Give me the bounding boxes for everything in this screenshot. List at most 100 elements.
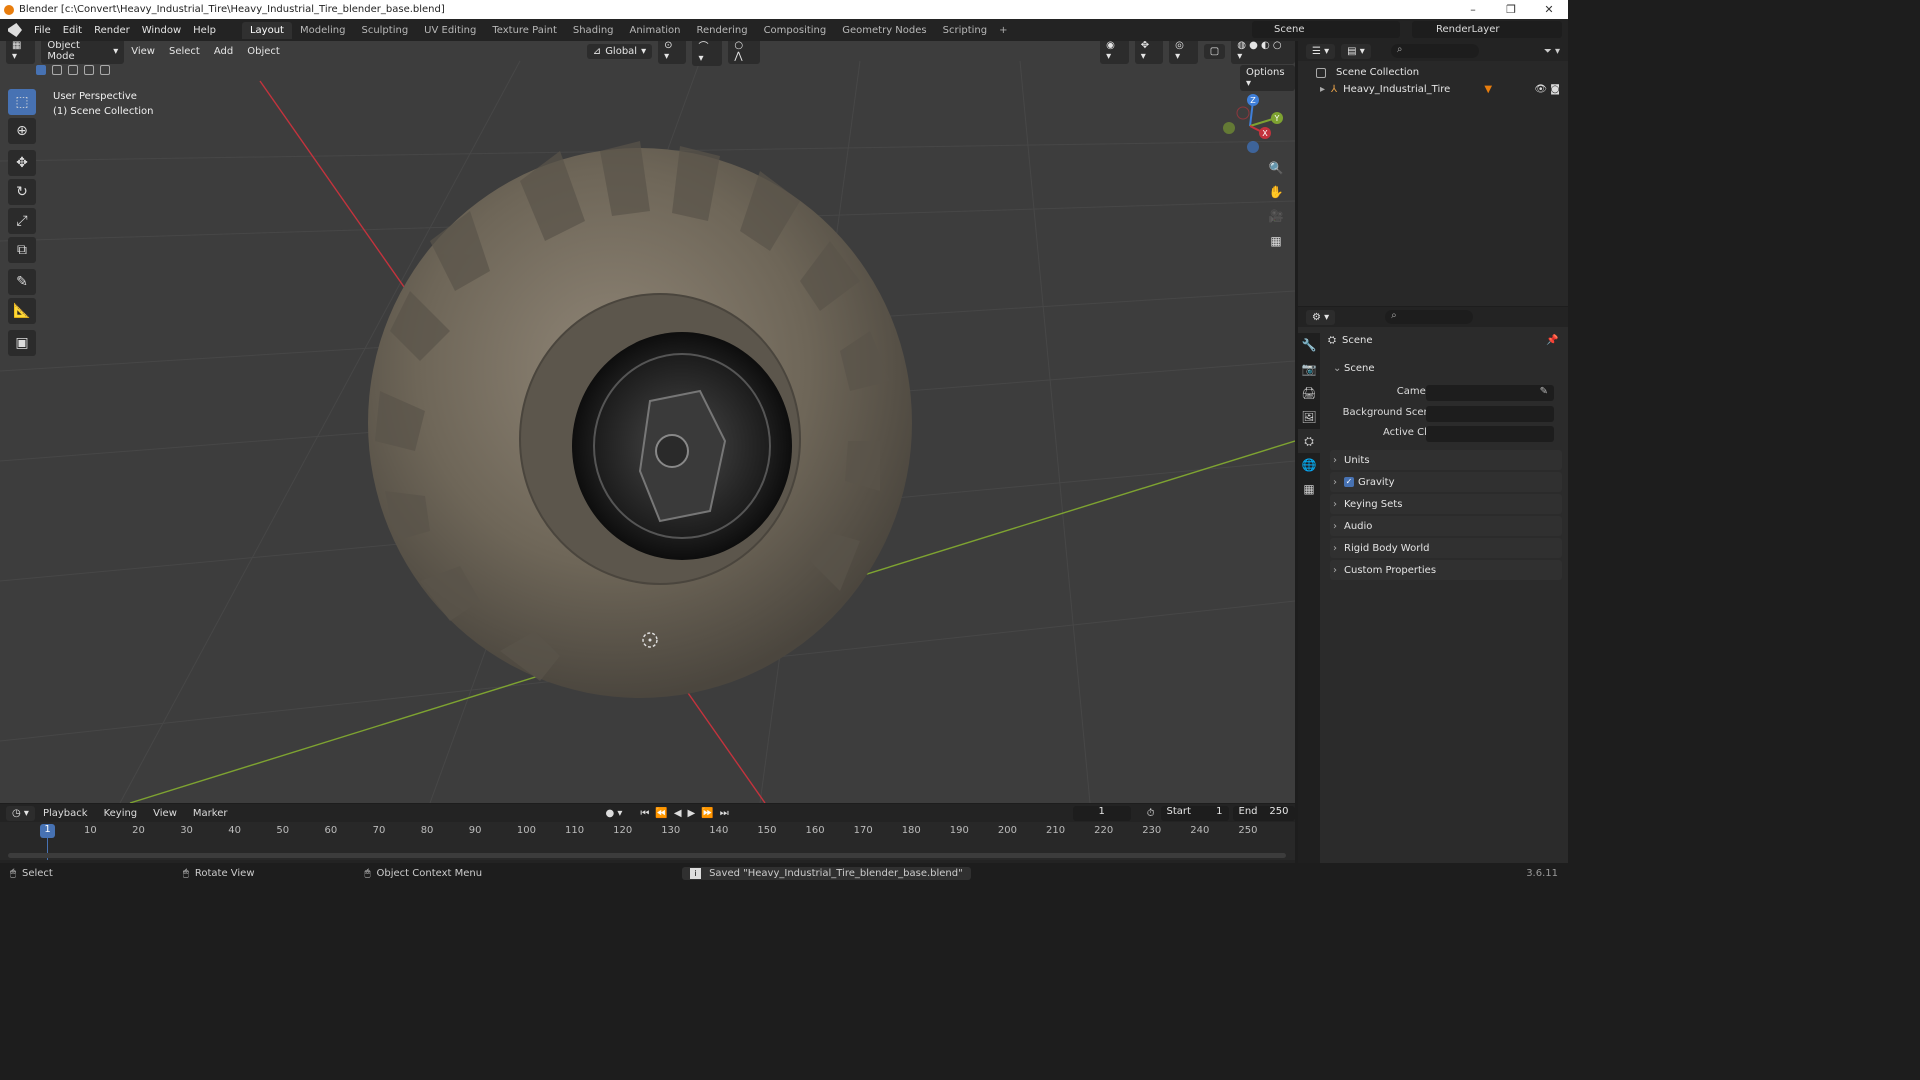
shading-modes[interactable]: ◍ ● ◐ ○ ▾: [1231, 41, 1295, 64]
viewport-menu-view[interactable]: View: [124, 46, 162, 57]
view-layer-tab-icon[interactable]: 🖼: [1298, 405, 1320, 429]
tab-scripting[interactable]: Scripting: [935, 22, 995, 39]
cursor-tool-icon[interactable]: ⊕: [8, 118, 36, 144]
menu-item-window[interactable]: Window: [136, 25, 187, 36]
outliner-editor-type[interactable]: ☰ ▾: [1306, 43, 1336, 59]
world-tab-icon[interactable]: 🌐: [1298, 453, 1320, 477]
tab-animation[interactable]: Animation: [622, 22, 689, 39]
units-panel[interactable]: › Units: [1330, 450, 1562, 470]
active-clip-field[interactable]: [1426, 426, 1554, 442]
menu-item-help[interactable]: Help: [187, 25, 222, 36]
viewport-menu-select[interactable]: Select: [162, 46, 207, 57]
timeline-menu-playback[interactable]: Playback: [35, 808, 96, 819]
add-cube-tool-icon[interactable]: ▣: [8, 330, 36, 356]
pan-view-icon[interactable]: ✋: [1265, 181, 1287, 203]
outliner-item[interactable]: ▸ ⅄ Heavy_Industrial_Tire ▼ 👁 ◙: [1298, 78, 1568, 95]
playback-controls[interactable]: ⏮⏪◀▶⏩⏭: [640, 808, 734, 819]
current-frame-field[interactable]: 1: [1072, 805, 1131, 821]
snap-toggle[interactable]: ⌒ ▾: [692, 41, 723, 66]
pivot-dropdown[interactable]: ⊙ ▾: [658, 41, 687, 64]
select-new-icon[interactable]: [36, 65, 46, 75]
menu-item-edit[interactable]: Edit: [57, 25, 88, 36]
overlay-toggle[interactable]: ◎ ▾: [1169, 41, 1198, 64]
close-button[interactable]: ✕: [1530, 3, 1568, 16]
zoom-view-icon[interactable]: 🔍: [1265, 157, 1287, 179]
expand-arrow-icon[interactable]: ▸: [1320, 84, 1325, 95]
tab-sculpting[interactable]: Sculpting: [353, 22, 416, 39]
outliner-display-mode[interactable]: ▤ ▾: [1341, 43, 1371, 59]
auto-keying-toggle[interactable]: ● ▾: [605, 808, 622, 819]
rigid-body-world-panel[interactable]: › Rigid Body World: [1330, 538, 1562, 558]
timeline-scrollbar[interactable]: [8, 853, 1286, 858]
tab-rendering[interactable]: Rendering: [688, 22, 755, 39]
start-frame-field[interactable]: Start 1: [1160, 805, 1229, 821]
render-tab-icon[interactable]: 📷: [1298, 357, 1320, 381]
gravity-checkbox[interactable]: ✓: [1344, 477, 1354, 487]
scene-panel-header[interactable]: ⌄ Scene: [1330, 358, 1562, 378]
transform-tool-icon[interactable]: ⧉: [8, 237, 36, 263]
view-layer-selector[interactable]: RenderLayer: [1412, 21, 1562, 38]
tab-geometry-nodes[interactable]: Geometry Nodes: [834, 22, 934, 39]
properties-search-input[interactable]: ⌕: [1385, 310, 1474, 324]
tab-compositing[interactable]: Compositing: [756, 22, 835, 39]
gizmo-toggle[interactable]: ✥ ▾: [1134, 41, 1164, 64]
xray-toggle[interactable]: ▢: [1203, 43, 1226, 59]
tab-modeling[interactable]: Modeling: [292, 22, 354, 39]
ortho-toggle-icon[interactable]: ▦: [1265, 230, 1287, 252]
visibility-dropdown[interactable]: ◉ ▾: [1100, 41, 1129, 64]
3d-viewport[interactable]: ▦ ▾ Object Mode ▾ View Select Add Object ⊿ …: [0, 41, 1295, 803]
camera-view-icon[interactable]: 🎥: [1265, 205, 1287, 227]
orientation-dropdown[interactable]: ⊿ Global ▾: [586, 43, 653, 59]
rotate-tool-icon[interactable]: ↻: [8, 179, 36, 205]
outliner-root[interactable]: Scene Collection: [1298, 61, 1568, 78]
outliner-search-input[interactable]: ⌕: [1390, 44, 1479, 58]
eyedropper-icon[interactable]: ✎: [1540, 386, 1548, 397]
texture-tab-icon[interactable]: ▦: [1298, 477, 1320, 501]
minimize-button[interactable]: –: [1454, 3, 1492, 16]
move-tool-icon[interactable]: ✥: [8, 150, 36, 176]
pin-icon[interactable]: 📌: [1546, 335, 1558, 346]
tab-texture-paint[interactable]: Texture Paint: [484, 22, 565, 39]
scene-tab-icon[interactable]: ⛭: [1298, 429, 1320, 453]
menu-item-render[interactable]: Render: [88, 25, 136, 36]
tire-model[interactable]: [368, 141, 912, 698]
navigation-gizmo[interactable]: Z Y X: [1218, 91, 1288, 161]
clock-icon[interactable]: ⏱: [1147, 808, 1155, 819]
maximize-button[interactable]: ❐: [1492, 3, 1530, 16]
tab-uv-editing[interactable]: UV Editing: [416, 22, 484, 39]
outliner-filter-icon[interactable]: ⏷ ▾: [1544, 46, 1560, 57]
visibility-eye-icon[interactable]: 👁 ◙: [1534, 84, 1560, 95]
custom-properties-panel[interactable]: › Custom Properties: [1330, 560, 1562, 580]
playhead-marker[interactable]: 1: [40, 824, 55, 838]
object-mode-dropdown[interactable]: Object Mode ▾: [41, 41, 125, 64]
viewport-menu-object[interactable]: Object: [240, 46, 287, 57]
add-workspace-button[interactable]: +: [999, 25, 1007, 36]
select-subtract-icon[interactable]: [68, 65, 78, 75]
tab-layout[interactable]: Layout: [241, 21, 292, 39]
select-intersect-icon[interactable]: [100, 65, 110, 75]
select-invert-icon[interactable]: [84, 65, 94, 75]
tab-shading[interactable]: Shading: [565, 22, 622, 39]
annotate-tool-icon[interactable]: ✎: [8, 269, 36, 295]
timeline-ruler[interactable]: 10 20 30 40 50 60 70 80 90 100 110 120 130 140 150 160 1…: [0, 822, 1295, 860]
end-frame-field[interactable]: End 250: [1232, 805, 1295, 821]
timeline-menu-marker[interactable]: Marker: [185, 808, 236, 819]
blender-menu-icon[interactable]: [8, 23, 22, 37]
camera-field[interactable]: ✎: [1426, 385, 1554, 401]
timeline-editor-type[interactable]: ◷ ▾: [6, 805, 35, 821]
viewport-menu-add[interactable]: Add: [207, 46, 240, 57]
audio-panel[interactable]: › Audio: [1330, 516, 1562, 536]
output-tab-icon[interactable]: 🖨: [1298, 381, 1320, 405]
tool-tab-icon[interactable]: 🔧: [1298, 333, 1320, 357]
background-scene-field[interactable]: [1426, 406, 1554, 422]
options-dropdown[interactable]: Options ▾: [1240, 65, 1295, 91]
timeline-menu-view[interactable]: View: [145, 808, 185, 819]
editor-type-menu[interactable]: ▦ ▾: [6, 41, 36, 64]
proportional-edit-toggle[interactable]: ○ ⋀: [728, 41, 761, 64]
measure-tool-icon[interactable]: 📐: [8, 298, 36, 324]
select-box-tool-icon[interactable]: ⬚: [8, 89, 36, 115]
properties-editor-type[interactable]: ⚙ ▾: [1306, 309, 1336, 325]
menu-item-file[interactable]: File: [28, 25, 57, 36]
select-extend-icon[interactable]: [52, 65, 62, 75]
timeline-menu-keying[interactable]: Keying: [96, 808, 146, 819]
